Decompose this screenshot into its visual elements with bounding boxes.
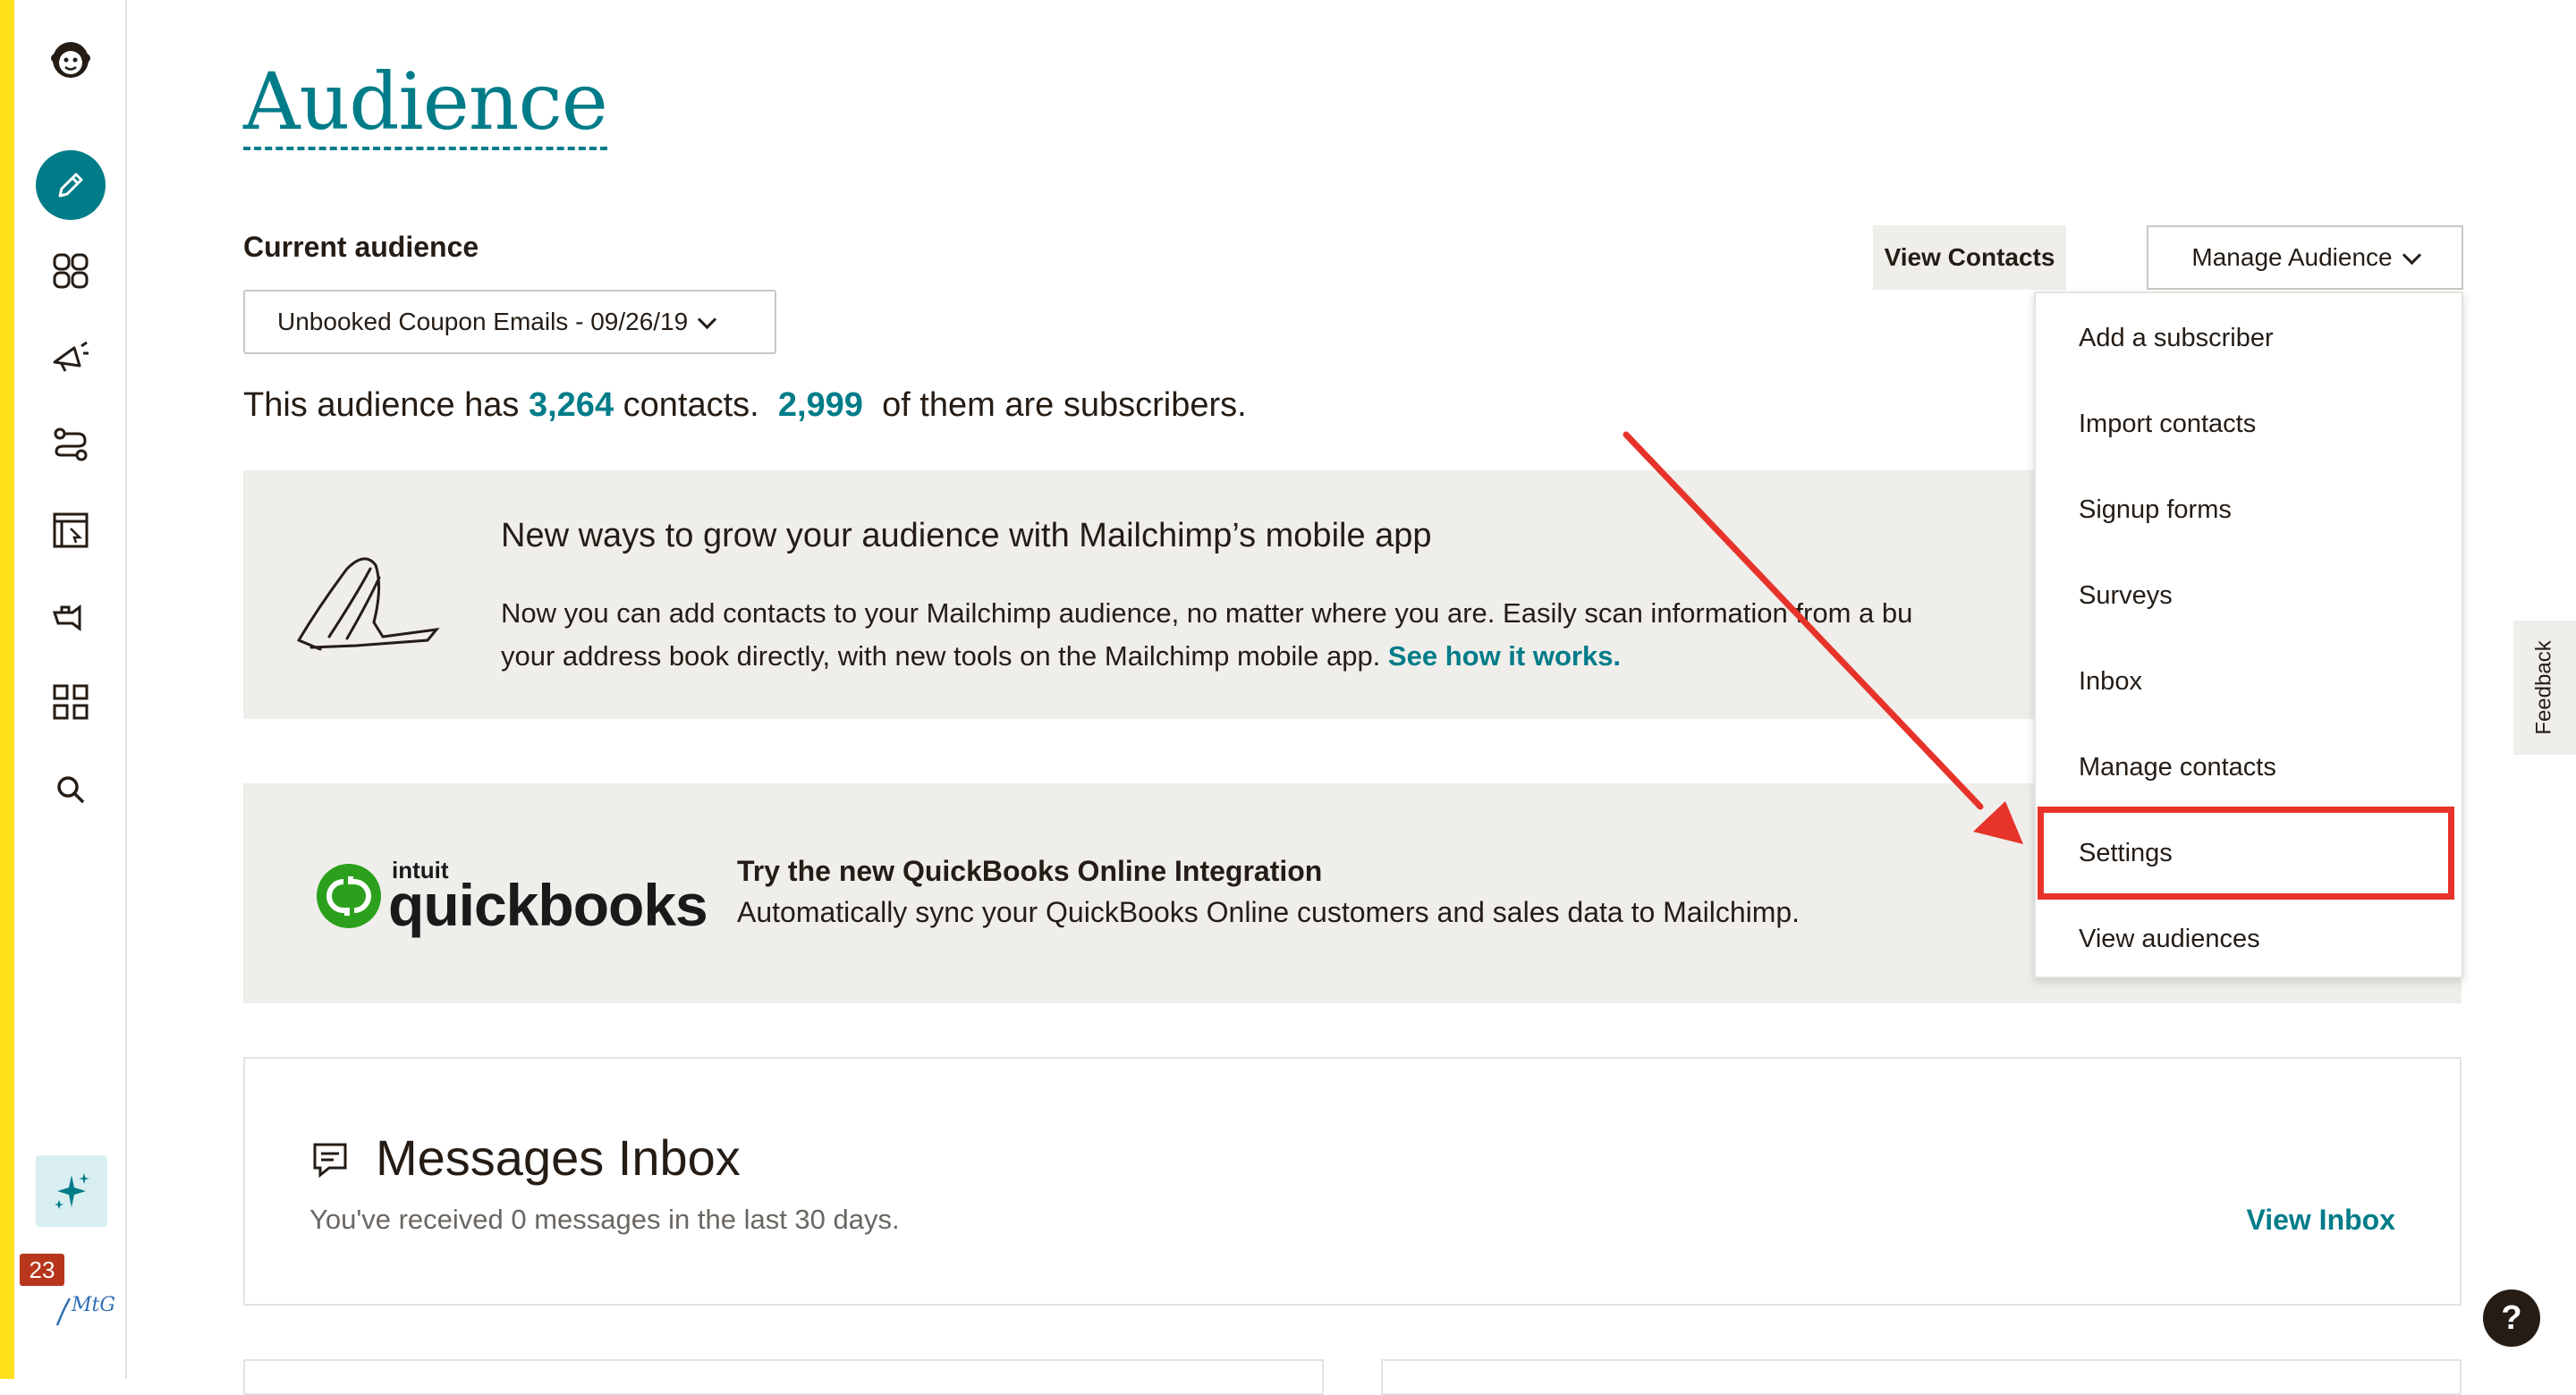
quickbooks-title: Try the new QuickBooks Online Integratio… [737,855,1323,887]
manage-audience-button[interactable]: Manage Audience [2147,225,2463,290]
bottom-card-left [243,1359,1324,1395]
current-audience-label: Current audience [243,231,479,263]
summary-mid: contacts. [623,386,759,424]
account-avatar[interactable]: MtG [50,1281,122,1334]
account-logo-text: MtG [71,1294,115,1316]
see-how-it-works-link[interactable]: See how it works. [1388,640,1621,672]
search-icon[interactable] [38,757,104,823]
quickbooks-circle-icon [317,864,381,928]
chevron-down-icon [698,309,717,329]
chevron-down-icon [2402,245,2421,265]
audience-select-value: Unbooked Coupon Emails - 09/26/19 [277,308,689,335]
megaphone-icon[interactable] [38,324,104,390]
feedback-tab[interactable]: Feedback [2513,621,2576,755]
brand-strip [0,0,14,1379]
mobile-promo-heading: New ways to grow your audience with Mail… [501,517,1432,554]
mobile-promo-line1b: mation from a bu [1704,597,1913,629]
audience-icon[interactable] [38,238,104,304]
sparkle-icon[interactable] [36,1155,107,1227]
menu-item-import-contacts[interactable]: Import contacts [2079,410,2256,439]
feedback-label: Feedback [2532,640,2556,735]
help-button[interactable]: ? [2483,1289,2540,1347]
mobile-promo-text: Now you can add contacts to your Mailchi… [501,592,2272,678]
menu-item-inbox[interactable]: Inbox [2079,667,2142,697]
quickbooks-text: Automatically sync your QuickBooks Onlin… [737,896,1801,928]
summary-suffix: of them are subscribers. [882,386,1247,424]
chat-bubble-icon [313,1143,347,1179]
automations-icon[interactable] [38,411,104,478]
menu-item-view-audiences[interactable]: View audiences [2079,925,2260,954]
view-inbox-link[interactable]: View Inbox [2246,1204,2395,1237]
view-contacts-button[interactable]: View Contacts [1873,225,2066,290]
inbox-subtitle: You've received 0 messages in the last 3… [309,1204,900,1235]
settings-highlight-box [2038,807,2454,900]
integrations-icon[interactable] [38,583,104,649]
mobile-promo-line2: your address book directly, with new too… [501,640,1381,672]
pencil-icon[interactable] [36,150,106,220]
summary-prefix: This audience has [243,386,520,424]
menu-item-manage-contacts[interactable]: Manage contacts [2079,753,2276,782]
quickbooks-logo: intuit quickbooks [317,857,708,938]
audience-summary: This audience has 3,264 contacts. 2,999 … [243,386,1247,425]
quickbooks-wordmark: quickbooks [388,872,708,938]
bottom-card-right [1381,1359,2462,1395]
grid-icon[interactable] [38,669,104,735]
menu-item-surveys[interactable]: Surveys [2079,581,2173,611]
menu-item-signup-forms[interactable]: Signup forms [2079,495,2232,525]
subscribers-count: 2,999 [777,386,863,424]
inbox-title: Messages Inbox [376,1129,741,1186]
mobile-promo-line1a: Now you can add contacts to your Mailchi… [501,597,1705,629]
mailchimp-logo-icon[interactable] [38,27,104,93]
audience-select[interactable]: Unbooked Coupon Emails - 09/26/19 [243,290,776,354]
messages-inbox-card: Messages Inbox You've received 0 message… [243,1057,2462,1306]
contacts-count: 3,264 [528,386,614,424]
hand-scan-illustration [297,557,440,651]
menu-item-add-subscriber[interactable]: Add a subscriber [2079,324,2274,353]
website-icon[interactable] [38,497,104,563]
sidebar: 23 MtG [14,0,127,1379]
manage-audience-label: Manage Audience [2191,243,2393,271]
page-title: Audience [243,63,608,150]
